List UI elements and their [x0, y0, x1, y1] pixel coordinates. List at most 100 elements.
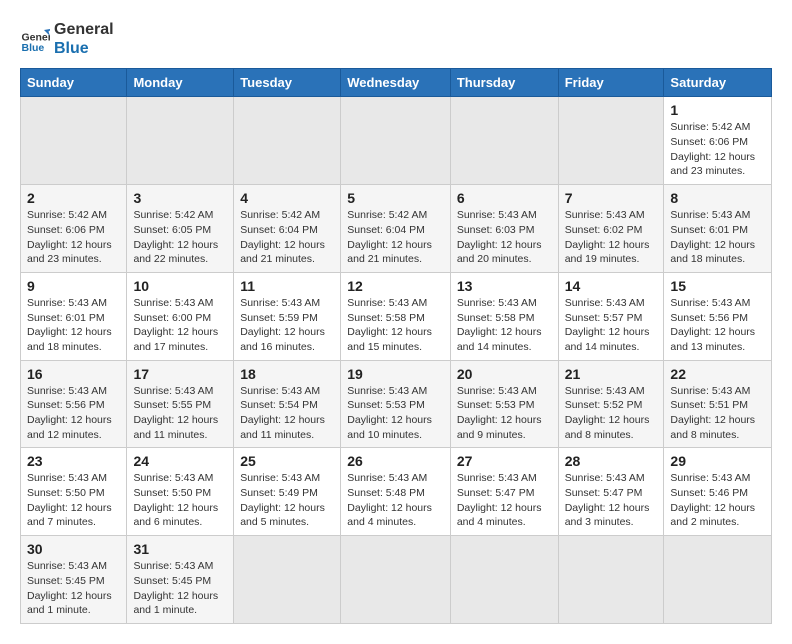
day-number: 28: [565, 453, 658, 469]
calendar-cell: 9 Sunrise: 5:43 AMSunset: 6:01 PMDaylight…: [21, 272, 127, 360]
day-info: Sunrise: 5:43 AMSunset: 5:51 PMDaylight:…: [670, 384, 765, 443]
calendar-cell: 7 Sunrise: 5:43 AMSunset: 6:02 PMDaylight…: [558, 185, 664, 273]
day-number: 9: [27, 278, 120, 294]
day-number: 7: [565, 190, 658, 206]
day-number: 17: [133, 366, 227, 382]
calendar-cell: [127, 97, 234, 185]
day-info: Sunrise: 5:43 AMSunset: 5:56 PMDaylight:…: [27, 384, 120, 443]
calendar-cell: 23 Sunrise: 5:43 AMSunset: 5:50 PMDayligh…: [21, 448, 127, 536]
calendar-cell: 6 Sunrise: 5:43 AMSunset: 6:03 PMDaylight…: [450, 185, 558, 273]
calendar-cell: 4 Sunrise: 5:42 AMSunset: 6:04 PMDaylight…: [234, 185, 341, 273]
day-number: 19: [347, 366, 444, 382]
day-info: Sunrise: 5:42 AMSunset: 6:04 PMDaylight:…: [347, 208, 444, 267]
svg-text:Blue: Blue: [22, 42, 45, 54]
day-number: 12: [347, 278, 444, 294]
calendar-cell: 26Sunrise: 5:43 AMSunset: 5:48 PMDayligh…: [341, 448, 451, 536]
day-info: Sunrise: 5:43 AMSunset: 5:53 PMDaylight:…: [347, 384, 444, 443]
day-number: 24: [133, 453, 227, 469]
logo-icon: General Blue: [20, 24, 50, 54]
calendar-week-5: 23 Sunrise: 5:43 AMSunset: 5:50 PMDayligh…: [21, 448, 772, 536]
day-number: 5: [347, 190, 444, 206]
header-sunday: Sunday: [21, 69, 127, 97]
day-info: Sunrise: 5:42 AMSunset: 6:04 PMDaylight:…: [240, 208, 334, 267]
day-info: Sunrise: 5:43 AMSunset: 5:53 PMDaylight:…: [457, 384, 552, 443]
day-info: Sunrise: 5:43 AMSunset: 5:57 PMDaylight:…: [565, 296, 658, 355]
calendar-cell: 22 Sunrise: 5:43 AMSunset: 5:51 PMDayligh…: [664, 360, 772, 448]
day-info: Sunrise: 5:43 AMSunset: 5:50 PMDaylight:…: [27, 471, 120, 530]
day-number: 25: [240, 453, 334, 469]
calendar-cell: [341, 536, 451, 624]
day-number: 23: [27, 453, 120, 469]
calendar-cell: [21, 97, 127, 185]
day-info: Sunrise: 5:43 AMSunset: 6:02 PMDaylight:…: [565, 208, 658, 267]
header-friday: Friday: [558, 69, 664, 97]
calendar-cell: 11Sunrise: 5:43 AMSunset: 5:59 PMDayligh…: [234, 272, 341, 360]
day-info: Sunrise: 5:43 AMSunset: 5:47 PMDaylight:…: [457, 471, 552, 530]
calendar-cell: 30 Sunrise: 5:43 AMSunset: 5:45 PMDayligh…: [21, 536, 127, 624]
calendar-week-2: 2 Sunrise: 5:42 AMSunset: 6:06 PMDaylight…: [21, 185, 772, 273]
calendar-cell: [341, 97, 451, 185]
day-info: Sunrise: 5:43 AMSunset: 5:50 PMDaylight:…: [133, 471, 227, 530]
day-number: 27: [457, 453, 552, 469]
day-info: Sunrise: 5:43 AMSunset: 5:47 PMDaylight:…: [565, 471, 658, 530]
page-header: General Blue General Blue: [20, 20, 772, 58]
day-number: 10: [133, 278, 227, 294]
calendar-cell: 10 Sunrise: 5:43 AMSunset: 6:00 PMDayligh…: [127, 272, 234, 360]
calendar-cell: 16Sunrise: 5:43 AMSunset: 5:56 PMDayligh…: [21, 360, 127, 448]
day-info: Sunrise: 5:43 AMSunset: 6:01 PMDaylight:…: [670, 208, 765, 267]
header-wednesday: Wednesday: [341, 69, 451, 97]
header-monday: Monday: [127, 69, 234, 97]
day-number: 30: [27, 541, 120, 557]
day-number: 20: [457, 366, 552, 382]
calendar-table: SundayMondayTuesdayWednesdayThursdayFrid…: [20, 68, 772, 624]
day-info: Sunrise: 5:43 AMSunset: 6:03 PMDaylight:…: [457, 208, 552, 267]
calendar-cell: 5 Sunrise: 5:42 AMSunset: 6:04 PMDaylight…: [341, 185, 451, 273]
calendar-cell: [450, 97, 558, 185]
calendar-cell: 28 Sunrise: 5:43 AMSunset: 5:47 PMDayligh…: [558, 448, 664, 536]
day-info: Sunrise: 5:43 AMSunset: 5:45 PMDaylight:…: [133, 559, 227, 618]
calendar-cell: 12 Sunrise: 5:43 AMSunset: 5:58 PMDayligh…: [341, 272, 451, 360]
day-number: 4: [240, 190, 334, 206]
calendar-week-4: 16Sunrise: 5:43 AMSunset: 5:56 PMDayligh…: [21, 360, 772, 448]
day-info: Sunrise: 5:42 AMSunset: 6:06 PMDaylight:…: [27, 208, 120, 267]
calendar-cell: 8 Sunrise: 5:43 AMSunset: 6:01 PMDaylight…: [664, 185, 772, 273]
day-number: 3: [133, 190, 227, 206]
logo: General Blue General Blue: [20, 20, 114, 58]
day-info: Sunrise: 5:43 AMSunset: 5:58 PMDaylight:…: [347, 296, 444, 355]
calendar-cell: 21Sunrise: 5:43 AMSunset: 5:52 PMDayligh…: [558, 360, 664, 448]
logo-line2: Blue: [54, 39, 114, 58]
calendar-cell: 14Sunrise: 5:43 AMSunset: 5:57 PMDayligh…: [558, 272, 664, 360]
calendar-cell: 29Sunrise: 5:43 AMSunset: 5:46 PMDayligh…: [664, 448, 772, 536]
day-number: 29: [670, 453, 765, 469]
calendar-cell: 3Sunrise: 5:42 AMSunset: 6:05 PMDaylight…: [127, 185, 234, 273]
day-info: Sunrise: 5:43 AMSunset: 5:52 PMDaylight:…: [565, 384, 658, 443]
day-info: Sunrise: 5:43 AMSunset: 5:48 PMDaylight:…: [347, 471, 444, 530]
calendar-cell: 13 Sunrise: 5:43 AMSunset: 5:58 PMDayligh…: [450, 272, 558, 360]
calendar-cell: [234, 536, 341, 624]
calendar-cell: 24 Sunrise: 5:43 AMSunset: 5:50 PMDayligh…: [127, 448, 234, 536]
day-number: 18: [240, 366, 334, 382]
day-info: Sunrise: 5:43 AMSunset: 6:00 PMDaylight:…: [133, 296, 227, 355]
day-number: 22: [670, 366, 765, 382]
day-info: Sunrise: 5:43 AMSunset: 5:56 PMDaylight:…: [670, 296, 765, 355]
calendar-cell: 20 Sunrise: 5:43 AMSunset: 5:53 PMDayligh…: [450, 360, 558, 448]
header-thursday: Thursday: [450, 69, 558, 97]
calendar-week-3: 9 Sunrise: 5:43 AMSunset: 6:01 PMDaylight…: [21, 272, 772, 360]
day-number: 8: [670, 190, 765, 206]
calendar-cell: [558, 97, 664, 185]
logo-line1: General: [54, 20, 114, 39]
calendar-cell: 1Sunrise: 5:42 AMSunset: 6:06 PMDaylight…: [664, 97, 772, 185]
calendar-week-6: 30 Sunrise: 5:43 AMSunset: 5:45 PMDayligh…: [21, 536, 772, 624]
header-saturday: Saturday: [664, 69, 772, 97]
calendar-cell: 17Sunrise: 5:43 AMSunset: 5:55 PMDayligh…: [127, 360, 234, 448]
day-info: Sunrise: 5:43 AMSunset: 6:01 PMDaylight:…: [27, 296, 120, 355]
day-number: 13: [457, 278, 552, 294]
day-info: Sunrise: 5:43 AMSunset: 5:58 PMDaylight:…: [457, 296, 552, 355]
day-number: 2: [27, 190, 120, 206]
calendar-cell: 15Sunrise: 5:43 AMSunset: 5:56 PMDayligh…: [664, 272, 772, 360]
calendar-header-row: SundayMondayTuesdayWednesdayThursdayFrid…: [21, 69, 772, 97]
calendar-cell: 25Sunrise: 5:43 AMSunset: 5:49 PMDayligh…: [234, 448, 341, 536]
calendar-cell: 27 Sunrise: 5:43 AMSunset: 5:47 PMDayligh…: [450, 448, 558, 536]
day-info: Sunrise: 5:43 AMSunset: 5:45 PMDaylight:…: [27, 559, 120, 618]
day-number: 6: [457, 190, 552, 206]
